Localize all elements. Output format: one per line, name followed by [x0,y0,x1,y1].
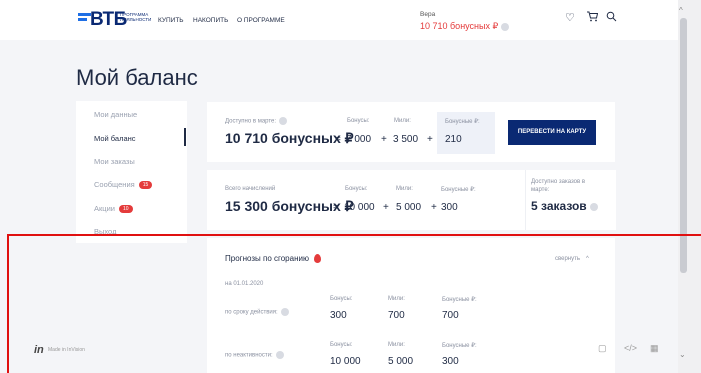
heart-icon[interactable]: ♡ [565,11,575,24]
equals-sign: = [335,134,341,145]
bonus-value: 10 000 [344,202,375,213]
rub-value: 210 [445,134,462,145]
sidebar-item-label: Акции [94,204,115,213]
code-icon[interactable]: </> [624,343,637,353]
info-icon[interactable] [589,202,598,211]
miles-value: 5 000 [396,202,422,213]
accrued-label: Всего начислений [225,186,276,192]
available-label: Доступно в марте: [225,117,288,125]
plus-sign: + [431,202,437,213]
orders-label: Доступно заказов в марте: [531,179,586,193]
miles-label: Мили: [396,186,413,192]
sidebar-item-my-data[interactable]: Мои данные [94,110,137,119]
sidebar [76,101,187,243]
logo-subtitle: программа лояльности [120,12,152,22]
sidebar-item-label: Сообщения [94,180,135,189]
invision-logo[interactable]: in [34,344,44,356]
grid-icon[interactable]: ▦ [650,343,659,354]
info-icon[interactable] [279,117,288,125]
miles-label: Мили: [394,118,411,124]
nav-about[interactable]: о программе [237,17,285,24]
selection-frame [7,234,701,373]
transfer-to-card-button[interactable]: перевести на карту [508,120,596,145]
cart-icon[interactable] [586,11,599,25]
sidebar-item-messages[interactable]: Сообщения 15 [94,180,153,190]
page-title: Мой баланс [76,65,198,90]
sidebar-item-balance[interactable]: Мой баланс [94,134,136,143]
user-name[interactable]: Вера [420,11,435,18]
messages-badge: 15 [138,181,153,190]
sidebar-item-promos[interactable]: Акции 10 [94,204,133,214]
nav-buy[interactable]: купить [158,17,184,24]
scroll-up-icon[interactable]: ^ [679,6,683,15]
miles-value: 3 500 [393,134,419,145]
available-label-text: Доступно в марте: [225,118,277,125]
plus-sign: + [427,134,433,145]
rub-value: 300 [441,202,458,213]
bonus-label: Бонусы: [347,118,370,124]
promos-badge: 10 [118,205,133,214]
coin-icon [501,22,510,31]
equals-sign: = [333,202,339,213]
rub-label: Бонусные ₽: [445,119,480,125]
logo-mark [78,18,87,21]
comment-icon[interactable]: ▢ [598,343,607,354]
orders-value: 5 заказов [531,199,598,213]
plus-sign: + [383,202,389,213]
rub-label: Бонусные ₽: [441,187,476,193]
orders-value-text: 5 заказов [531,199,587,213]
user-balance[interactable]: 10 710 бонусных ₽ [420,21,510,32]
nav-earn[interactable]: накопить [193,17,228,24]
search-icon[interactable] [606,11,617,25]
bonus-value: 7 000 [346,134,372,145]
bonus-label: Бонусы: [345,186,368,192]
plus-sign: + [381,134,387,145]
invision-label[interactable]: Made in InVision [48,347,85,353]
sidebar-item-orders[interactable]: Мои заказы [94,157,135,166]
user-balance-text: 10 710 бонусных ₽ [420,21,499,31]
sidebar-active-indicator [184,128,186,146]
